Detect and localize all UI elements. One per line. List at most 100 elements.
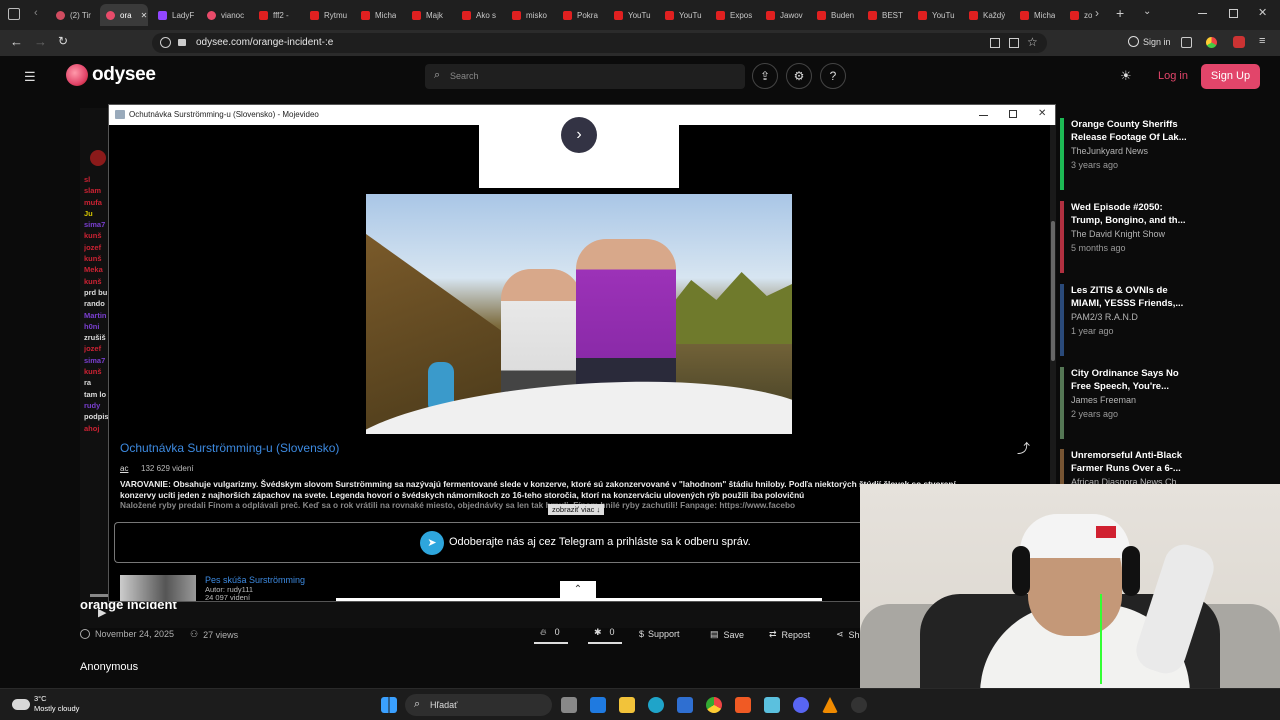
sign-up-button[interactable]: Sign Up [1201,64,1260,89]
profile-extension-icon[interactable] [1233,36,1245,48]
popup-uploader[interactable]: ac [120,464,128,473]
tab-list-chevron-icon[interactable]: ⌄ [1143,6,1151,17]
reader-mode-icon[interactable] [1009,38,1019,48]
reload-icon[interactable]: ↻ [58,34,68,48]
tab-favicon-icon [361,10,370,20]
telegram-banner[interactable]: ➤ Odoberajte nás aj cez Telegram a prihl… [114,522,862,563]
ad-banner[interactable]: › [479,117,679,188]
tab-favicon-icon [310,10,319,20]
fire-reaction-button[interactable]: 🔥︎ 0 [534,622,568,644]
repost-button[interactable]: ⇄ Repost [769,629,810,640]
browser-extension-icon[interactable] [1206,37,1217,48]
taskbar-search-icon: ⌕ [414,698,421,710]
tab-active[interactable]: ora ✕ [100,4,148,26]
edge-browser-icon[interactable] [648,697,664,713]
tab-6[interactable]: Rytmu [310,4,347,26]
close-window-icon[interactable]: ✕ [1258,6,1267,19]
tab-7[interactable]: Micha [361,4,396,26]
close-tab-icon[interactable]: ✕ [141,11,148,20]
tab-11[interactable]: Pokra [563,4,598,26]
vlc-icon[interactable] [822,697,838,713]
popup-share-icon[interactable]: ⤴ [1017,438,1030,457]
extensions-icon[interactable] [1181,37,1192,48]
tab-17[interactable]: BEST [868,4,903,26]
chrome-icon[interactable] [706,697,722,713]
new-tab-icon[interactable]: + [1116,5,1124,21]
tab-actions-icon[interactable] [8,8,20,20]
tab-20[interactable]: Micha [1020,4,1055,26]
tab-21[interactable]: zo [1070,4,1092,26]
tab-15[interactable]: Jawov [766,4,803,26]
webcam-cap-logo-shape [1096,526,1116,538]
help-icon[interactable]: ? [820,63,846,89]
weather-widget[interactable]: 3°C Mostly cloudy [12,694,79,714]
tab-label: Expos [730,10,753,20]
popup-maximize-icon[interactable] [1009,110,1017,118]
popup-scrollbar-thumb[interactable] [1051,221,1055,361]
tab-10[interactable]: misko [512,4,547,26]
chevron-left-icon[interactable]: ‹ [34,7,38,19]
collapse-chevron-up-icon[interactable]: ⌃ [560,581,596,599]
popup-minimize-icon[interactable] [979,115,988,116]
odysee-logo[interactable]: odysee [66,64,156,86]
upload-icon[interactable]: ⇪ [752,63,778,89]
photos-app-icon[interactable] [677,697,693,713]
hamburger-menu-icon[interactable]: ☰ [24,69,36,85]
theme-toggle-icon[interactable]: ☀ [1120,68,1132,84]
tab-14[interactable]: Expos [716,4,752,26]
search-box[interactable]: ⌕ Search [425,64,745,89]
tab-12[interactable]: YouTu [614,4,651,26]
related-views: 24 097 videní [205,593,251,602]
install-app-icon[interactable] [990,38,1000,48]
people-icon: ⚇ [190,629,199,639]
windows-start-icon[interactable] [381,697,397,713]
tab-16[interactable]: Buden [817,4,854,26]
tab-favicon-icon [1070,10,1079,20]
log-in-link[interactable]: Log in [1158,70,1188,82]
settings-gear-icon[interactable]: ⚙ [786,63,812,89]
tab-19[interactable]: Každý [969,4,1005,26]
forward-icon[interactable]: → [34,34,47,49]
tab-1[interactable]: (2) Tir [56,4,91,26]
file-explorer-icon[interactable] [619,697,635,713]
store-app-icon[interactable] [590,697,606,713]
popup-video-title[interactable]: Ochutnávka Surströmming-u (Slovensko) [120,441,339,455]
url-text[interactable]: odysee.com/orange-incident-:e [196,37,333,48]
bookmark-star-icon[interactable]: ☆ [1027,35,1038,49]
tab-5[interactable]: fff2 - [259,4,289,26]
related-title[interactable]: Pes skúša Surströmming [205,575,305,585]
popup-close-icon[interactable]: ✕ [1038,108,1046,119]
minimize-icon[interactable] [1198,13,1207,14]
channel-name[interactable]: Anonymous [80,661,138,673]
obs-icon[interactable] [851,697,867,713]
popup-views: 132 629 videní [141,464,194,473]
banner-next-arrow-icon[interactable]: › [561,117,597,153]
brave-browser-icon[interactable] [735,697,751,713]
tab-13[interactable]: YouTu [665,4,702,26]
support-button[interactable]: $ Support [639,629,680,639]
video-frame[interactable] [366,194,792,434]
share-button[interactable]: ⋖ Sh [836,629,860,640]
discord-icon[interactable] [793,697,809,713]
slime-reaction-button[interactable]: ✱ 0 [588,622,622,644]
tab-3[interactable]: LadyF [158,4,194,26]
sign-in-button[interactable]: Sign in [1128,36,1171,47]
site-info-icon[interactable] [160,37,171,48]
taskbar-search[interactable]: ⌕ Hľadať [405,694,552,716]
tab-label: Majk [426,10,443,20]
menu-icon[interactable]: ≡ [1259,35,1265,47]
show-more-button[interactable]: zobraziť viac ↓ [548,504,605,515]
save-button[interactable]: ▤ Save [710,629,744,640]
notepad-icon[interactable] [764,697,780,713]
tab-8[interactable]: Majk [412,4,443,26]
task-view-icon[interactable] [561,697,577,713]
related-thumbnail[interactable] [120,575,196,601]
back-icon[interactable]: ← [10,34,23,49]
address-bar[interactable]: odysee.com/orange-incident-:e ☆ [152,33,1047,53]
recommendation-channel: James Freeman [1071,395,1137,405]
tab-18[interactable]: YouTu [918,4,955,26]
maximize-icon[interactable] [1229,9,1238,18]
tab-4[interactable]: vianoc [207,4,244,26]
chevron-right-icon[interactable]: › [1095,6,1099,20]
tab-9[interactable]: Ako s [462,4,496,26]
